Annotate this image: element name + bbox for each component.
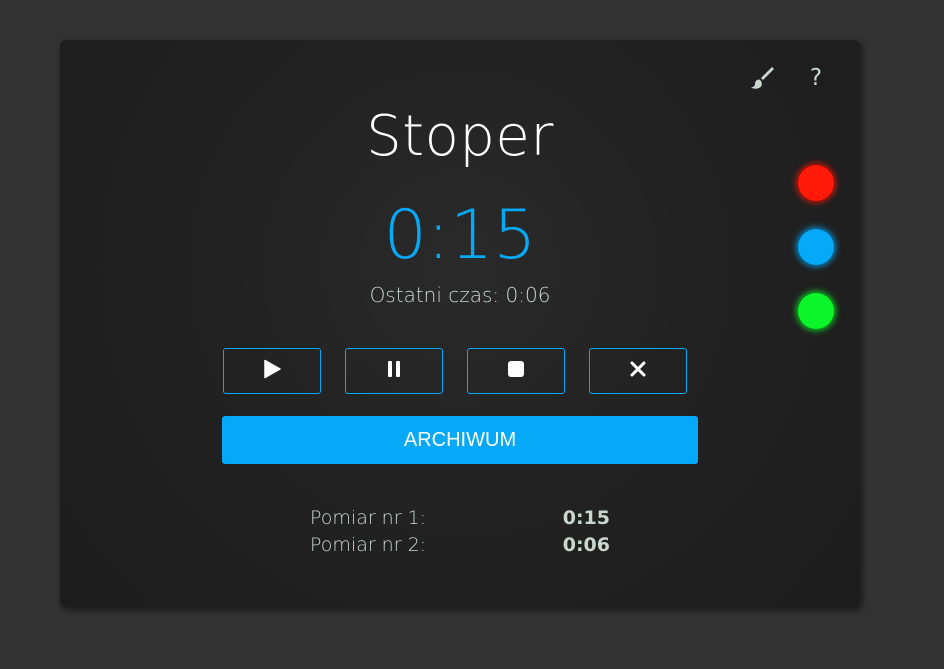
archive-button[interactable]: ARCHIWUM [222, 416, 698, 464]
stop-icon [507, 360, 525, 382]
theme-color-red[interactable] [797, 164, 835, 202]
result-value: 0:06 [562, 533, 610, 556]
help-icon[interactable]: ? [802, 64, 830, 92]
top-icon-bar: ? [748, 64, 830, 92]
list-item: Pomiar nr 1: 0:15 [310, 504, 610, 531]
result-label: Pomiar nr 1: [310, 506, 427, 529]
stop-button[interactable] [467, 348, 565, 394]
reset-button[interactable] [589, 348, 687, 394]
last-time-label: Ostatni czas: 0:06 [369, 283, 551, 307]
theme-color-picker [797, 164, 835, 330]
stopwatch-card: ? Stoper 0:15 Ostatni czas: 0:06 ARCHIWU… [60, 40, 860, 607]
list-item: Pomiar nr 2: 0:06 [310, 531, 610, 558]
control-buttons [223, 348, 687, 394]
pause-icon [387, 360, 401, 382]
close-icon [630, 361, 646, 381]
timer-display: 0:15 [383, 196, 537, 275]
play-icon [263, 359, 281, 383]
theme-color-green[interactable] [797, 292, 835, 330]
paint-brush-icon[interactable] [748, 64, 776, 92]
start-button[interactable] [223, 348, 321, 394]
results-list: Pomiar nr 1: 0:15 Pomiar nr 2: 0:06 [310, 504, 610, 558]
theme-color-blue[interactable] [797, 228, 835, 266]
result-value: 0:15 [562, 506, 610, 529]
page-title: Stoper [366, 104, 554, 169]
result-label: Pomiar nr 2: [310, 533, 427, 556]
pause-button[interactable] [345, 348, 443, 394]
